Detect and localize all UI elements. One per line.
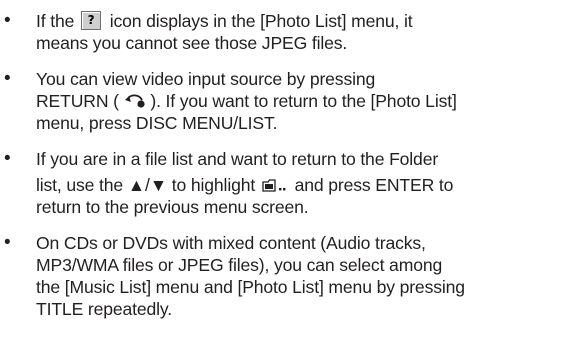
line: If you are in a file list and want to re… — [36, 149, 439, 169]
text-run: ). If you want to return to the [Photo L… — [150, 91, 457, 111]
line: the [Music List] menu and [Photo List] m… — [36, 277, 465, 297]
bullet-marker: • — [4, 148, 11, 169]
line: If the ? icon displays in the [Photo Lis… — [36, 10, 581, 32]
line: return to the previous menu screen. — [36, 197, 309, 217]
line: means you cannot see those JPEG files. — [36, 33, 348, 53]
text-run: list, use the ▲/▼ to highlight — [36, 175, 256, 195]
manual-page: • If the ? icon displays in the [Photo L… — [0, 0, 585, 352]
line: MP3/WMA files or JPEG files), you can se… — [36, 255, 443, 275]
line: You can view video input source by press… — [36, 69, 376, 89]
line: On CDs or DVDs with mixed content (Audio… — [36, 233, 426, 253]
bullet-text-1: If the ? icon displays in the [Photo Lis… — [36, 10, 581, 54]
text-run: and press ENTER to — [294, 175, 454, 195]
parent-folder-icon — [262, 179, 286, 192]
text-run: RETURN ( — [36, 91, 119, 111]
bullet-marker: • — [4, 68, 11, 89]
bullet-marker: • — [4, 232, 11, 253]
bullet-marker: • — [4, 10, 11, 31]
text-run: icon displays in the [Photo List] menu, … — [109, 11, 413, 31]
line: RETURN ( ). If you want to return to the… — [36, 90, 581, 112]
line: list, use the ▲/▼ to highlight and press… — [36, 174, 581, 196]
text-run: If the — [36, 11, 75, 31]
line: menu, press DISC MENU/LIST. — [36, 113, 278, 133]
line: TITLE repeatedly. — [36, 299, 172, 319]
question-mark-file-icon: ? — [80, 11, 101, 30]
bullet-text-2: You can view video input source by press… — [36, 68, 581, 134]
return-arrow-icon — [124, 94, 145, 108]
bullet-text-4: On CDs or DVDs with mixed content (Audio… — [36, 232, 581, 320]
bullet-text-3: If you are in a file list and want to re… — [36, 148, 581, 218]
